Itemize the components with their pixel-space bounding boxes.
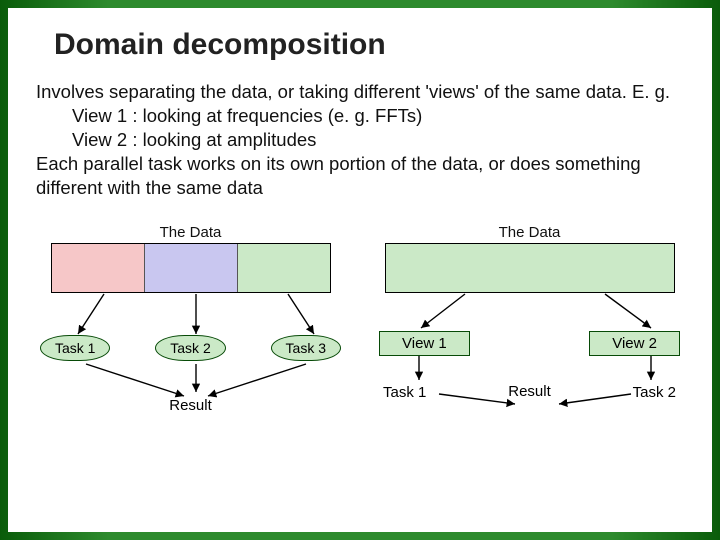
body-view1: View 1 : looking at frequencies (e. g. F…	[36, 104, 684, 128]
data-label-right: The Data	[499, 224, 561, 241]
data-segment-2	[145, 244, 238, 292]
diagram-row: The Data Task 1 Task 2 Task 3 Result	[36, 220, 684, 415]
view2-box: View 2	[589, 331, 680, 356]
body-text: Involves separating the data, or taking …	[36, 80, 684, 200]
task2-left: Task 2	[155, 335, 225, 361]
data-box-left	[51, 243, 331, 293]
slide: Domain decomposition Involves separating…	[8, 8, 712, 532]
body-line-1: Involves separating the data, or taking …	[36, 80, 684, 104]
result-right: Result	[508, 383, 551, 400]
data-label-left: The Data	[160, 224, 222, 241]
task1-right: Task 1	[383, 384, 426, 401]
data-segment-1	[52, 244, 145, 292]
view1-box: View 1	[379, 331, 470, 356]
data-segment-3	[238, 244, 330, 292]
body-view2: View 2 : looking at amplitudes	[36, 128, 684, 152]
diagram-right: The Data View 1 View 2 Task 1 Task 2 Res…	[375, 224, 684, 401]
data-box-right	[385, 243, 675, 293]
task1-left: Task 1	[40, 335, 110, 361]
tasks-row-left: Task 1 Task 2 Task 3	[36, 335, 345, 361]
diagram-left: The Data Task 1 Task 2 Task 3 Result	[36, 224, 345, 415]
task2-right: Task 2	[633, 384, 676, 401]
body-line-2: Each parallel task works on its own port…	[36, 152, 684, 200]
views-row: View 1 View 2	[375, 331, 684, 356]
result-left: Result	[169, 397, 212, 414]
task3-left: Task 3	[271, 335, 341, 361]
slide-title: Domain decomposition	[36, 28, 684, 62]
